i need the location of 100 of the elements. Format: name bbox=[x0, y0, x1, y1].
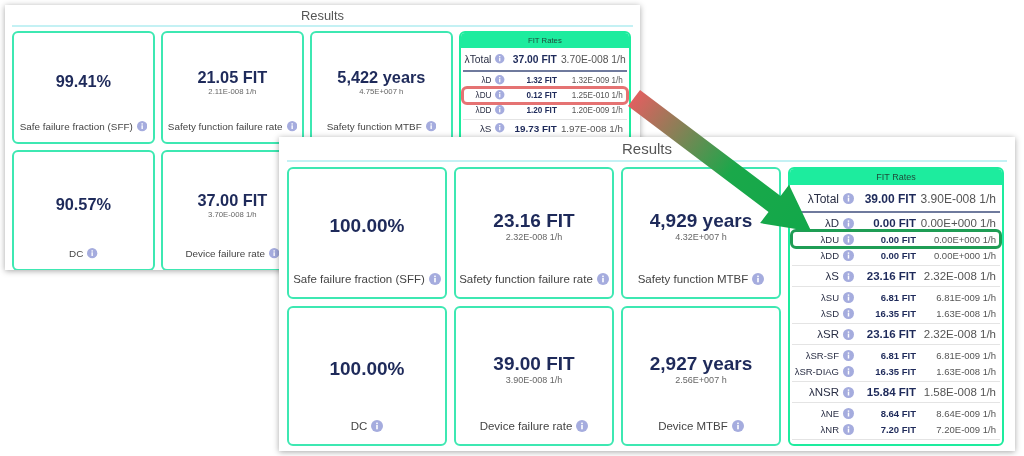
rate-value: 6.81 FIT bbox=[879, 291, 916, 303]
info-icon[interactable] bbox=[843, 233, 854, 245]
info-icon[interactable] bbox=[596, 273, 609, 285]
info-icon[interactable] bbox=[269, 248, 280, 259]
metric-subvalue: 3.90E-008 1/h bbox=[505, 375, 563, 385]
info-icon[interactable] bbox=[843, 249, 854, 261]
info-icon[interactable] bbox=[843, 307, 854, 319]
info-icon[interactable] bbox=[731, 420, 744, 432]
metric-value: 39.00 FIT bbox=[493, 353, 575, 375]
metric-label: Device failure rate bbox=[185, 248, 265, 260]
rate-label: λSR-SF bbox=[805, 349, 839, 361]
rate-per-hour: 1.32E-009 1/h bbox=[570, 75, 624, 85]
rate-value: 15.84 FIT bbox=[865, 386, 916, 398]
rate-label: λSR-DIAG bbox=[794, 365, 839, 377]
rate-per-hour: 2.32E-008 1/h bbox=[922, 328, 997, 340]
rate-label: λTotal bbox=[464, 53, 492, 65]
rate-per-hour: 1.97E-008 1/h bbox=[560, 122, 624, 134]
info-icon[interactable] bbox=[136, 121, 148, 132]
metric-value: 23.16 FIT bbox=[493, 210, 575, 232]
rate-per-hour: 0.00E+000 1/h bbox=[932, 249, 997, 261]
metric-label: Safety function failure rate bbox=[167, 121, 283, 133]
rate-value: 39.00 FIT bbox=[863, 191, 916, 206]
fit-rates-header: FIT Rates bbox=[790, 169, 1002, 185]
metric-value: 99.41% bbox=[55, 72, 112, 92]
metric-label: Safety function MTBF bbox=[326, 121, 422, 133]
rate-value: 0.00 FIT bbox=[879, 233, 916, 245]
info-icon[interactable] bbox=[843, 270, 854, 282]
rate-per-hour: 3.90E-008 1/h bbox=[920, 191, 997, 206]
metric-value: 4,929 years bbox=[649, 210, 753, 232]
info-icon[interactable] bbox=[843, 291, 854, 303]
rate-label: λSU bbox=[821, 291, 839, 303]
info-icon[interactable] bbox=[495, 54, 505, 64]
rate-value: 1.32 FIT bbox=[525, 75, 557, 85]
info-icon[interactable] bbox=[495, 90, 505, 100]
rate-label: λTotal bbox=[807, 191, 839, 206]
rate-value: 23.16 FIT bbox=[865, 328, 916, 340]
metric-label: Device MTBF bbox=[658, 420, 728, 432]
rate-value: 6.81 FIT bbox=[879, 349, 916, 361]
info-icon[interactable] bbox=[286, 121, 297, 132]
rate-per-hour: 6.81E-009 1/h bbox=[935, 349, 997, 361]
rate-per-hour: 7.20E-009 1/h bbox=[935, 423, 997, 435]
info-icon[interactable] bbox=[843, 349, 854, 361]
info-icon[interactable] bbox=[495, 105, 505, 115]
rate-value: 1.20 FIT bbox=[525, 105, 557, 115]
metric-label: Safe failure fraction (SFF) bbox=[19, 121, 133, 133]
rate-value: 8.64 FIT bbox=[879, 407, 916, 419]
rate-value: 19.73 FIT bbox=[513, 122, 557, 134]
metric-value: 100.00% bbox=[329, 215, 405, 237]
info-icon[interactable] bbox=[843, 407, 854, 419]
rate-value: 16.35 FIT bbox=[874, 365, 916, 377]
rate-per-hour: 1.25E-010 1/h bbox=[570, 90, 624, 100]
metric-value: 2,927 years bbox=[649, 353, 753, 375]
rate-label: λSR bbox=[817, 328, 839, 340]
metric-subvalue: 2.32E-008 1/h bbox=[505, 232, 563, 242]
rate-label: λSD bbox=[821, 307, 839, 319]
info-icon[interactable] bbox=[371, 420, 384, 432]
rate-value: 23.16 FIT bbox=[865, 270, 916, 282]
rate-per-hour: 8.64E-009 1/h bbox=[935, 407, 997, 419]
metric-subvalue: 4.32E+007 h bbox=[675, 232, 727, 242]
info-icon[interactable] bbox=[843, 328, 854, 340]
metric-subvalue: 2.56E+007 h bbox=[675, 375, 727, 385]
rate-label: λNE bbox=[821, 407, 839, 419]
info-icon[interactable] bbox=[495, 123, 505, 133]
metric-label: DC bbox=[350, 420, 368, 432]
info-icon[interactable] bbox=[428, 273, 441, 285]
rate-value: 0.00 FIT bbox=[872, 217, 916, 229]
metric-value: 21.05 FIT bbox=[197, 67, 268, 87]
metric-label: Safety function MTBF bbox=[637, 273, 749, 285]
rate-value: 0.12 FIT bbox=[525, 90, 557, 100]
rate-value: 7.20 FIT bbox=[879, 423, 916, 435]
rate-label: λNSR bbox=[808, 386, 839, 398]
rate-per-hour: 6.81E-009 1/h bbox=[935, 291, 997, 303]
info-icon[interactable] bbox=[843, 193, 854, 204]
info-icon[interactable] bbox=[843, 423, 854, 435]
panel-title: Results bbox=[622, 140, 672, 157]
panel-title: Results bbox=[301, 7, 344, 23]
rate-per-hour: 0.00E+000 1/h bbox=[920, 217, 997, 229]
rate-label: λDU bbox=[820, 233, 839, 245]
rate-per-hour: 1.58E-008 1/h bbox=[922, 386, 997, 398]
rate-per-hour: 3.70E-008 1/h bbox=[560, 53, 627, 65]
info-icon[interactable] bbox=[752, 273, 765, 285]
info-icon[interactable] bbox=[843, 365, 854, 377]
info-icon[interactable] bbox=[843, 217, 854, 229]
info-icon[interactable] bbox=[87, 248, 98, 259]
metric-value: 90.57% bbox=[55, 195, 112, 215]
info-icon[interactable] bbox=[576, 420, 589, 432]
rate-label: λDD bbox=[820, 249, 839, 261]
rate-per-hour: 2.32E-008 1/h bbox=[922, 270, 997, 282]
rate-value: 37.00 FIT bbox=[511, 53, 557, 65]
info-icon[interactable] bbox=[843, 386, 854, 398]
rate-value: 16.35 FIT bbox=[874, 307, 916, 319]
rate-per-hour: 1.63E-008 1/h bbox=[935, 307, 997, 319]
rate-label: λDD bbox=[475, 105, 492, 115]
rate-value: 0.00 FIT bbox=[879, 249, 916, 261]
rate-per-hour: 0.00E+000 1/h bbox=[932, 233, 997, 245]
info-icon[interactable] bbox=[495, 75, 505, 85]
rate-label: λD bbox=[481, 75, 492, 85]
rate-per-hour: 1.20E-009 1/h bbox=[570, 105, 624, 115]
metric-label: Device failure rate bbox=[479, 420, 573, 432]
info-icon[interactable] bbox=[425, 121, 436, 132]
